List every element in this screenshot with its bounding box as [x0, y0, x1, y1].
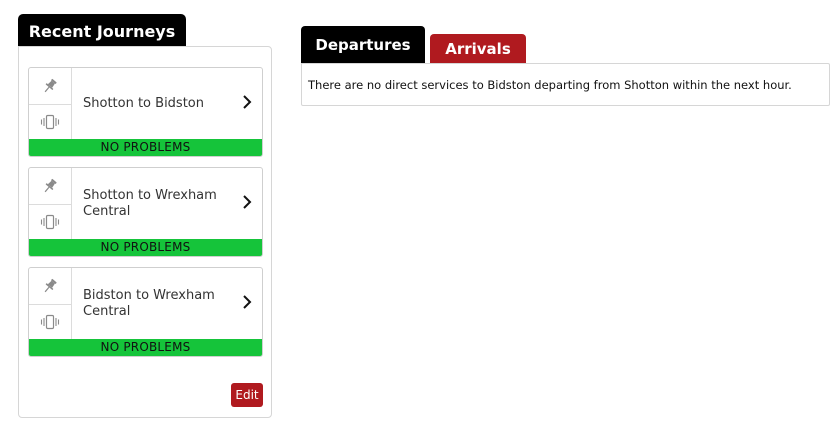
journey-actions [29, 168, 72, 240]
chevron-right-icon [242, 194, 252, 214]
recent-journeys-panel: Shotton to Bidston NO PROBLEMS Shotton t… [18, 46, 272, 418]
pin-icon[interactable] [29, 168, 71, 205]
journey-link[interactable]: Bidston to Wrexham Central [71, 268, 262, 340]
journey-actions [29, 268, 72, 340]
tab-departures[interactable]: Departures [301, 26, 425, 63]
no-services-message: There are no direct services to Bidston … [308, 77, 792, 92]
tab-arrivals[interactable]: Arrivals [430, 34, 526, 64]
departures-panel: There are no direct services to Bidston … [301, 63, 830, 106]
journey-link[interactable]: Shotton to Wrexham Central [71, 168, 262, 240]
journey-card: Bidston to Wrexham Central NO PROBLEMS [28, 267, 263, 357]
pin-icon[interactable] [29, 68, 71, 105]
journey-label: Shotton to Bidston [83, 96, 204, 111]
recent-journeys-title-text: Recent Journeys [28, 21, 176, 41]
vibrate-icon[interactable] [29, 204, 71, 240]
pin-icon[interactable] [29, 268, 71, 305]
status-badge: NO PROBLEMS [29, 239, 262, 256]
vibrate-icon[interactable] [29, 104, 71, 140]
status-badge: NO PROBLEMS [29, 139, 262, 156]
tab-arrivals-label: Arrivals [445, 40, 511, 58]
tab-departures-label: Departures [315, 35, 411, 54]
journey-card: Shotton to Wrexham Central NO PROBLEMS [28, 167, 263, 257]
edit-button[interactable]: Edit [231, 383, 263, 407]
status-badge: NO PROBLEMS [29, 339, 262, 356]
journey-label: Shotton to Wrexham Central [83, 188, 217, 219]
journey-actions [29, 68, 72, 140]
vibrate-icon[interactable] [29, 304, 71, 340]
chevron-right-icon [242, 94, 252, 114]
journey-link[interactable]: Shotton to Bidston [71, 68, 262, 140]
chevron-right-icon [242, 294, 252, 314]
journey-label: Bidston to Wrexham Central [83, 288, 215, 319]
journey-card: Shotton to Bidston NO PROBLEMS [28, 67, 263, 157]
recent-journeys-title: Recent Journeys [18, 14, 186, 48]
